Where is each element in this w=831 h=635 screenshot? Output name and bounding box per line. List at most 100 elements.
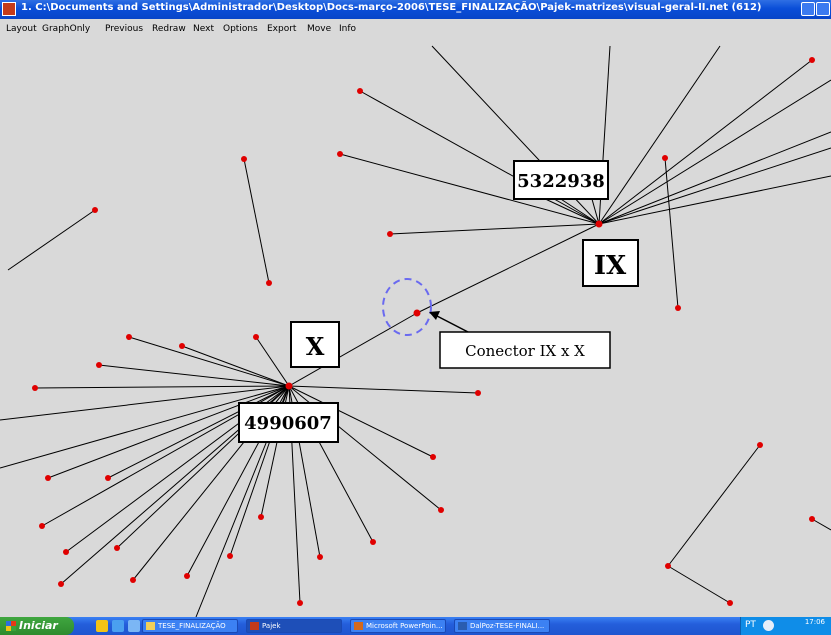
tray-network-icon[interactable]	[763, 620, 774, 631]
edge	[255, 336, 290, 387]
edge	[243, 158, 270, 284]
edge	[128, 336, 290, 387]
edge	[811, 518, 831, 531]
task-pajek[interactable]: Pajek	[246, 619, 342, 633]
task-label: DalPoz-TESE-FINALI...	[470, 622, 545, 630]
graph-node[interactable]	[357, 88, 363, 94]
edge	[7, 209, 96, 271]
graph-node[interactable]	[757, 442, 763, 448]
annotation-5322938: 5322938	[513, 160, 609, 200]
menu-export[interactable]: Export	[267, 24, 296, 34]
edge	[389, 223, 600, 235]
graph-node[interactable]	[266, 280, 272, 286]
quicklaunch-browser-icon[interactable]	[112, 620, 124, 632]
start-button[interactable]: Iniciar	[0, 617, 74, 635]
graph-node[interactable]	[179, 343, 185, 349]
graph-node[interactable]	[662, 155, 668, 161]
clock[interactable]: 17:06	[805, 618, 825, 626]
graph-node[interactable]	[727, 600, 733, 606]
annotation-x: X	[290, 321, 340, 368]
task-word-document[interactable]: DalPoz-TESE-FINALI...	[454, 619, 550, 633]
edge	[598, 59, 813, 225]
graph-node-4990607[interactable]	[285, 382, 293, 390]
powerpoint-icon	[354, 622, 363, 630]
language-indicator[interactable]: PT	[745, 620, 756, 630]
edge	[288, 385, 479, 394]
task-label: Pajek	[262, 622, 281, 630]
graph-node[interactable]	[45, 475, 51, 481]
graph-node[interactable]	[92, 207, 98, 213]
task-label: Microsoft PowerPoin...	[366, 622, 443, 630]
word-icon	[458, 622, 467, 630]
graph-node[interactable]	[114, 545, 120, 551]
graph-node[interactable]	[126, 334, 132, 340]
menu-info[interactable]: Info	[339, 24, 356, 34]
graph-node[interactable]	[63, 549, 69, 555]
graph-node[interactable]	[317, 554, 323, 560]
menu-next[interactable]: Next	[193, 24, 214, 34]
graph-node[interactable]	[387, 231, 393, 237]
menu-previous[interactable]: Previous	[105, 24, 143, 34]
task-powerpoint[interactable]: Microsoft PowerPoin...	[350, 619, 446, 633]
graph-node[interactable]	[241, 156, 247, 162]
graph-node[interactable]	[105, 475, 111, 481]
connector-arrow	[429, 311, 469, 333]
pajek-app-icon[interactable]	[2, 2, 16, 16]
edge	[598, 131, 831, 225]
maximize-button[interactable]	[816, 2, 830, 16]
graph-node[interactable]	[475, 390, 481, 396]
annotation-ix: IX	[582, 239, 639, 287]
edge	[598, 45, 721, 225]
graph-node[interactable]	[675, 305, 681, 311]
edge	[598, 147, 831, 225]
edge	[598, 79, 831, 225]
graph-node[interactable]	[96, 362, 102, 368]
graph-edges	[0, 45, 831, 618]
taskbar: Iniciar TESE_FINALIZAÇÃO Pajek Microsoft…	[0, 617, 831, 635]
graph-node-5322938[interactable]	[595, 220, 603, 228]
annotation-4990607: 4990607	[238, 402, 339, 443]
graph-canvas[interactable]: 5322938 IX X 4990607 Conector IX x X	[0, 41, 831, 618]
graph-node[interactable]	[39, 523, 45, 529]
annotation-5322938-text: 5322938	[517, 171, 605, 192]
graph-node[interactable]	[258, 514, 264, 520]
quicklaunch-media-icon[interactable]	[128, 620, 140, 632]
graph-node[interactable]	[665, 563, 671, 569]
graph-node[interactable]	[370, 539, 376, 545]
edge	[416, 223, 600, 314]
graph-node[interactable]	[184, 573, 190, 579]
edge	[664, 157, 679, 309]
start-button-label: Iniciar	[19, 619, 58, 632]
graph-node[interactable]	[337, 151, 343, 157]
graph-node[interactable]	[809, 57, 815, 63]
graph-node[interactable]	[227, 553, 233, 559]
menu-layout[interactable]: Layout	[6, 24, 37, 34]
window-title: 1. C:\Documents and Settings\Administrad…	[21, 2, 762, 13]
task-tese-finalizacao[interactable]: TESE_FINALIZAÇÃO	[142, 619, 238, 633]
system-tray: PT 17:06	[740, 617, 831, 635]
minimize-button[interactable]	[801, 2, 815, 16]
graph-node[interactable]	[130, 577, 136, 583]
menu-options[interactable]: Options	[223, 24, 258, 34]
title-bar[interactable]: 1. C:\Documents and Settings\Administrad…	[0, 0, 831, 19]
annotation-4990607-text: 4990607	[244, 413, 332, 434]
edge	[34, 385, 290, 389]
annotation-ix-text: IX	[594, 251, 627, 281]
quicklaunch-desktop-icon[interactable]	[96, 620, 108, 632]
graph-node[interactable]	[297, 600, 303, 606]
menu-move[interactable]: Move	[307, 24, 331, 34]
graph-node[interactable]	[253, 334, 259, 340]
graph-node[interactable]	[809, 516, 815, 522]
graph-node[interactable]	[438, 507, 444, 513]
menu-redraw[interactable]: Redraw	[152, 24, 186, 34]
menu-bar: Layout GraphOnly Previous Redraw Next Op…	[0, 19, 831, 41]
graph-node[interactable]	[430, 454, 436, 460]
graph-node[interactable]	[32, 385, 38, 391]
graph-nodes	[32, 57, 815, 606]
menu-graphonly[interactable]: GraphOnly	[42, 24, 90, 34]
graph-node-connector[interactable]	[413, 309, 421, 317]
graph-node[interactable]	[58, 581, 64, 587]
folder-icon	[146, 622, 155, 630]
annotation-x-text: X	[306, 332, 325, 361]
highlight-circle	[382, 278, 432, 336]
